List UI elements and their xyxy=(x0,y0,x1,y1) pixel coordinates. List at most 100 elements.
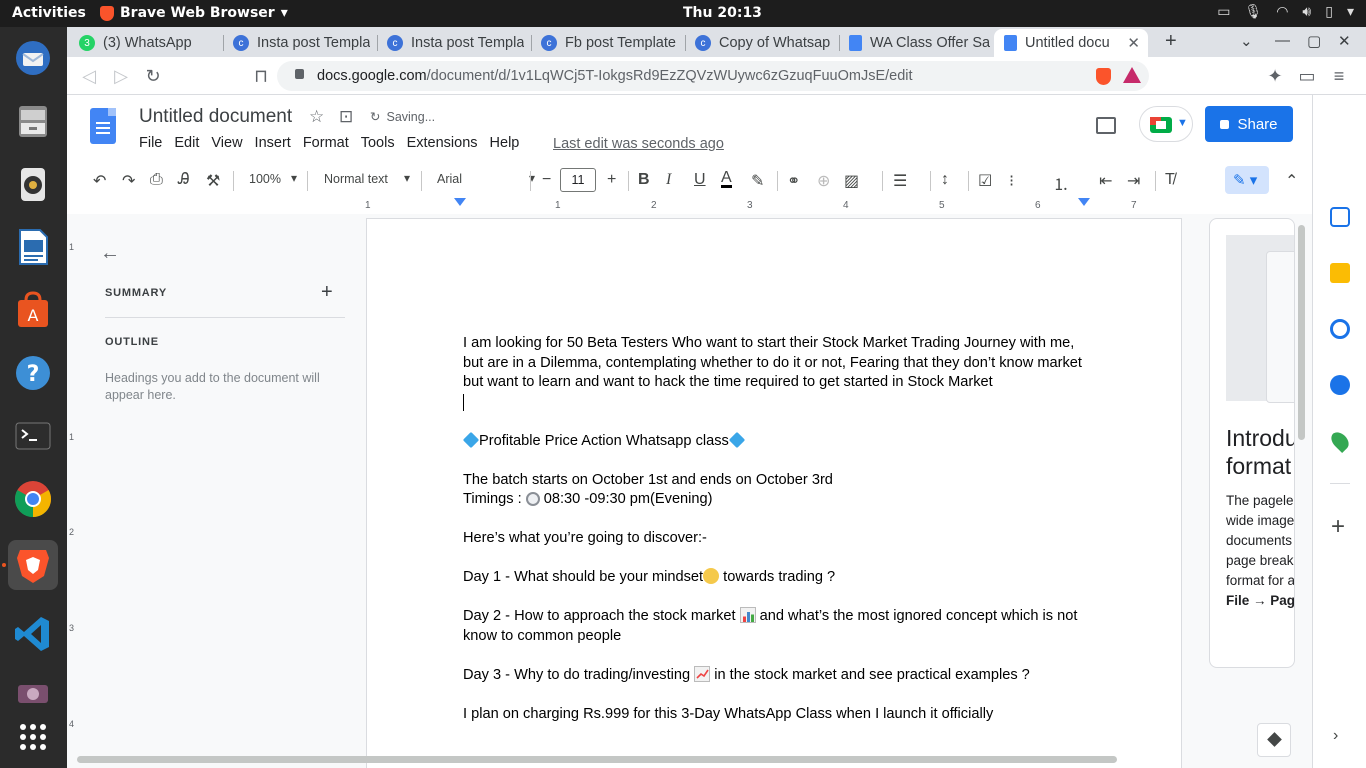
vertical-ruler[interactable]: 1 1 2 3 4 xyxy=(67,214,77,759)
add-summary-icon[interactable]: + xyxy=(321,281,333,304)
font-select[interactable]: Arial xyxy=(437,171,535,186)
horizontal-scrollbar[interactable] xyxy=(77,756,1117,763)
style-select[interactable]: Normal text xyxy=(324,171,410,186)
reload-icon[interactable]: ↻ xyxy=(141,64,165,88)
app-menu[interactable]: Brave Web Browser ▾ xyxy=(100,5,288,21)
horizontal-ruler[interactable]: 1 1 2 3 4 5 6 7 xyxy=(365,198,1183,214)
font-size-input[interactable]: 11 xyxy=(560,168,596,192)
menu-file[interactable]: File xyxy=(139,135,162,151)
decrease-indent-icon[interactable]: ⇤ xyxy=(1099,171,1112,191)
brave-rewards-icon[interactable] xyxy=(1123,67,1141,83)
help-icon[interactable]: ? xyxy=(8,348,58,398)
maps-icon[interactable] xyxy=(1327,428,1353,454)
insert-link-icon[interactable]: ⚭ xyxy=(787,171,800,191)
redo-icon[interactable]: ↷ xyxy=(122,171,135,191)
bulleted-list-icon[interactable]: ⁝ xyxy=(1009,171,1014,191)
tab-whatsapp[interactable]: 3 (3) WhatsApp xyxy=(69,29,223,57)
left-indent-marker[interactable] xyxy=(454,198,466,206)
back-icon[interactable]: ◁ xyxy=(77,64,101,88)
forward-icon[interactable]: ▷ xyxy=(109,64,133,88)
print-icon[interactable]: ⎙ xyxy=(150,171,163,189)
screenshot-tool-icon[interactable] xyxy=(8,667,58,717)
document-page[interactable]: I am looking for 50 Beta Testers Who wan… xyxy=(366,218,1182,768)
align-icon[interactable]: ☰ xyxy=(893,171,907,191)
extensions-icon[interactable]: ✦ xyxy=(1263,64,1287,88)
show-applications-icon[interactable] xyxy=(8,712,58,762)
tasks-icon[interactable] xyxy=(1330,319,1350,339)
format-tip-panel[interactable]: Introdu format The pagele wide image doc… xyxy=(1209,218,1295,668)
meet-button[interactable]: ▼ xyxy=(1139,106,1193,142)
line-spacing-icon[interactable]: ↕ xyxy=(941,171,949,189)
move-folder-icon[interactable]: ⊡ xyxy=(339,107,353,127)
undo-icon[interactable]: ↶ xyxy=(93,171,106,191)
zoom-select[interactable]: 100% xyxy=(249,171,297,186)
close-tab-icon[interactable]: ✕ xyxy=(1127,34,1140,52)
activities-button[interactable]: Activities xyxy=(12,5,86,21)
document-title[interactable]: Untitled document xyxy=(139,106,292,128)
thunderbird-icon[interactable] xyxy=(8,33,58,83)
tab-search-icon[interactable]: ⌄ xyxy=(1240,32,1253,50)
get-addons-icon[interactable]: + xyxy=(1331,513,1345,541)
numbered-list-icon[interactable]: ⒈ xyxy=(1053,171,1069,195)
terminal-icon[interactable] xyxy=(8,411,58,461)
menu-help[interactable]: Help xyxy=(490,135,520,151)
system-tray[interactable]: ▭ 🎙︎ ◠ 🔊︎ ▯ ▾ xyxy=(1217,4,1354,20)
menu-icon[interactable]: ≡ xyxy=(1327,64,1351,88)
file-manager-icon[interactable] xyxy=(8,96,58,146)
text-color-icon[interactable]: A xyxy=(721,170,732,188)
rhythmbox-icon[interactable] xyxy=(8,159,58,209)
insert-image-icon[interactable]: ▨ xyxy=(844,171,859,191)
tab-canva-4[interactable]: c Copy of Whatsap xyxy=(685,29,839,57)
close-window-icon[interactable]: ✕ xyxy=(1338,32,1351,50)
show-side-panel-icon[interactable]: › xyxy=(1333,727,1338,745)
ubuntu-software-icon[interactable]: A xyxy=(8,285,58,335)
share-button[interactable]: Share xyxy=(1205,106,1293,142)
document-body[interactable]: I am looking for 50 Beta Testers Who wan… xyxy=(462,334,1089,724)
tab-untitled-document[interactable]: Untitled docu ✕ xyxy=(994,29,1148,57)
spellcheck-icon[interactable]: Ꭿ xyxy=(178,171,190,189)
hide-menus-icon[interactable]: ⌃ xyxy=(1285,171,1298,191)
menu-extensions[interactable]: Extensions xyxy=(407,135,478,151)
explore-button[interactable] xyxy=(1257,723,1291,757)
calendar-icon[interactable] xyxy=(1330,207,1350,227)
vscode-icon[interactable] xyxy=(8,609,58,659)
contacts-icon[interactable] xyxy=(1330,375,1350,395)
bookmark-icon[interactable]: ⊓ xyxy=(249,64,273,88)
wallet-icon[interactable]: ▭ xyxy=(1295,64,1319,88)
back-arrow-icon[interactable]: ← xyxy=(100,242,120,265)
highlight-color-icon[interactable]: ✎ xyxy=(751,171,764,191)
increase-font-size-icon[interactable]: + xyxy=(607,171,616,189)
underline-icon[interactable]: U xyxy=(694,171,706,189)
paint-format-icon[interactable]: ⚒ xyxy=(206,171,220,191)
chrome-icon[interactable] xyxy=(8,474,58,524)
last-edit-link[interactable]: Last edit was seconds ago xyxy=(553,136,724,152)
brave-shields-icon[interactable] xyxy=(1096,68,1111,85)
editing-mode-button[interactable]: ✎ ▾ xyxy=(1225,166,1269,194)
menu-edit[interactable]: Edit xyxy=(174,135,199,151)
comment-history-icon[interactable] xyxy=(1096,117,1116,134)
increase-indent-icon[interactable]: ⇥ xyxy=(1127,171,1140,191)
menu-insert[interactable]: Insert xyxy=(255,135,291,151)
clear-formatting-icon[interactable]: T̸ xyxy=(1165,171,1175,189)
menu-format[interactable]: Format xyxy=(303,135,349,151)
menu-tools[interactable]: Tools xyxy=(361,135,395,151)
tab-docs-offer[interactable]: WA Class Offer Sa xyxy=(839,29,993,57)
bold-icon[interactable]: B xyxy=(638,171,650,189)
new-tab-button[interactable]: + xyxy=(1165,30,1177,53)
decrease-font-size-icon[interactable]: − xyxy=(542,171,551,189)
right-indent-marker[interactable] xyxy=(1078,198,1090,206)
italic-icon[interactable]: I xyxy=(666,171,671,189)
tab-canva-1[interactable]: c Insta post Templa xyxy=(223,29,377,57)
checklist-icon[interactable]: ☑ xyxy=(978,171,992,191)
vertical-scrollbar[interactable] xyxy=(1298,225,1305,440)
address-bar[interactable]: docs.google.com/document/d/1v1LqWCj5T-Io… xyxy=(277,61,1149,91)
maximize-icon[interactable]: ▢ xyxy=(1307,32,1321,50)
add-comment-icon[interactable]: ⊕ xyxy=(817,171,830,191)
keep-icon[interactable] xyxy=(1330,263,1350,283)
star-icon[interactable]: ☆ xyxy=(309,107,324,127)
tab-canva-2[interactable]: c Insta post Templa xyxy=(377,29,531,57)
menu-view[interactable]: View xyxy=(211,135,242,151)
google-docs-logo-icon[interactable] xyxy=(90,108,116,144)
libreoffice-writer-icon[interactable] xyxy=(8,222,58,272)
clock[interactable]: Thu 20:13 xyxy=(683,5,762,21)
